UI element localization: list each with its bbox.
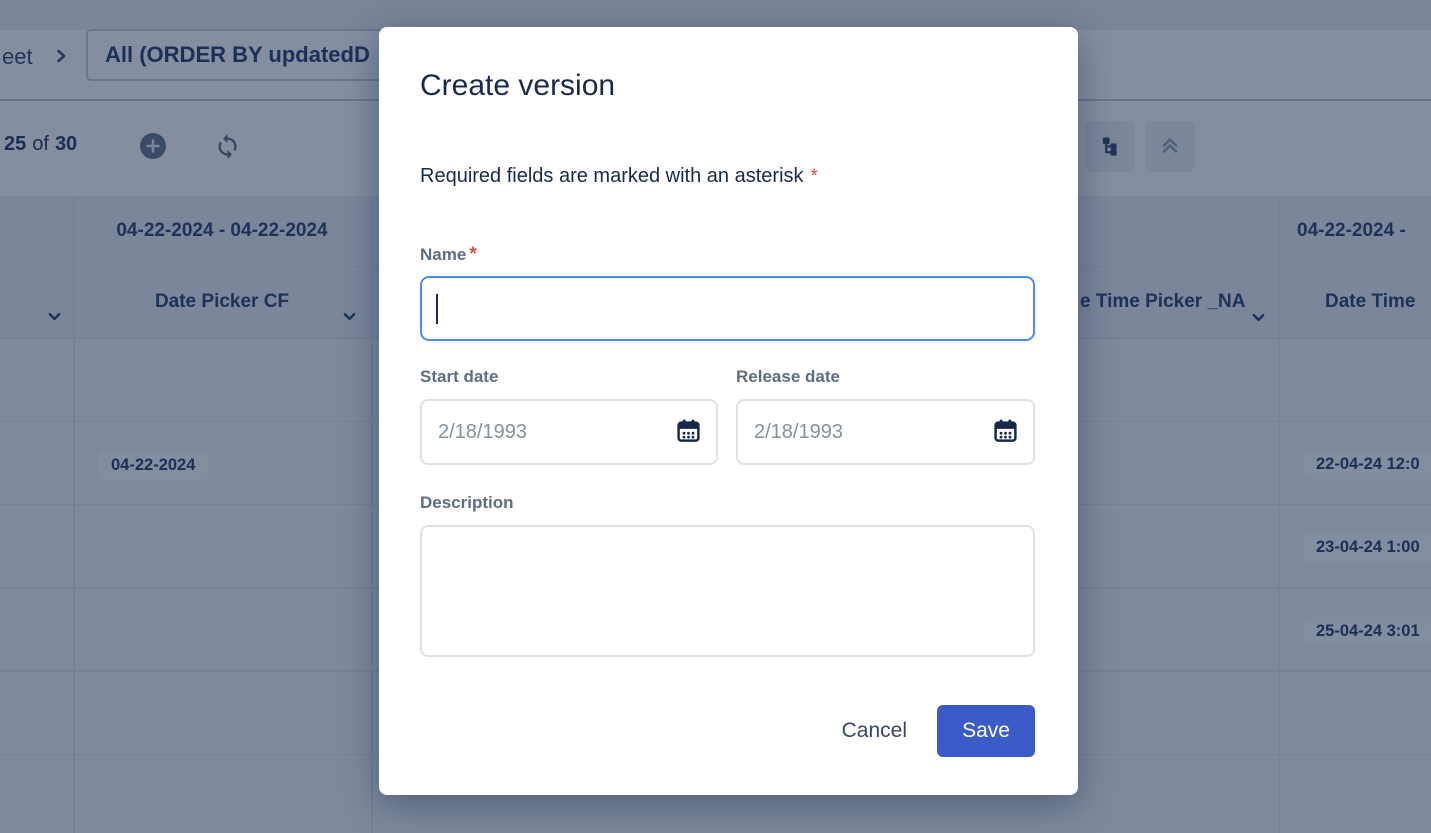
required-asterisk: * [469,244,476,265]
create-version-dialog: Create version Required fields are marke… [379,27,1078,795]
text-caret [436,294,438,324]
description-label: Description [420,493,514,513]
cancel-button[interactable]: Cancel [824,705,925,757]
start-date-label: Start date [420,367,498,387]
description-textarea[interactable] [420,525,1035,657]
start-date-input[interactable] [422,421,669,444]
release-date-field [736,399,1035,465]
dialog-title: Create version [420,69,615,103]
required-fields-note: Required fields are marked with an aster… [420,165,818,188]
start-date-field [420,399,718,465]
dialog-footer: Cancel Save [824,705,1035,757]
name-input[interactable] [420,276,1035,341]
app-root: eet All (ORDER BY updatedD 25 of 30 [0,0,1431,833]
start-date-calendar-button[interactable] [669,417,716,447]
release-date-calendar-button[interactable] [986,417,1033,447]
save-button[interactable]: Save [937,705,1035,757]
calendar-icon [675,417,702,447]
name-field-label-text: Name [420,245,466,264]
release-date-label: Release date [736,367,840,387]
name-field-label: Name* [420,244,477,266]
required-fields-note-text: Required fields are marked with an aster… [420,165,804,187]
required-asterisk: * [811,166,818,187]
calendar-icon [992,417,1019,447]
release-date-input[interactable] [738,421,986,444]
